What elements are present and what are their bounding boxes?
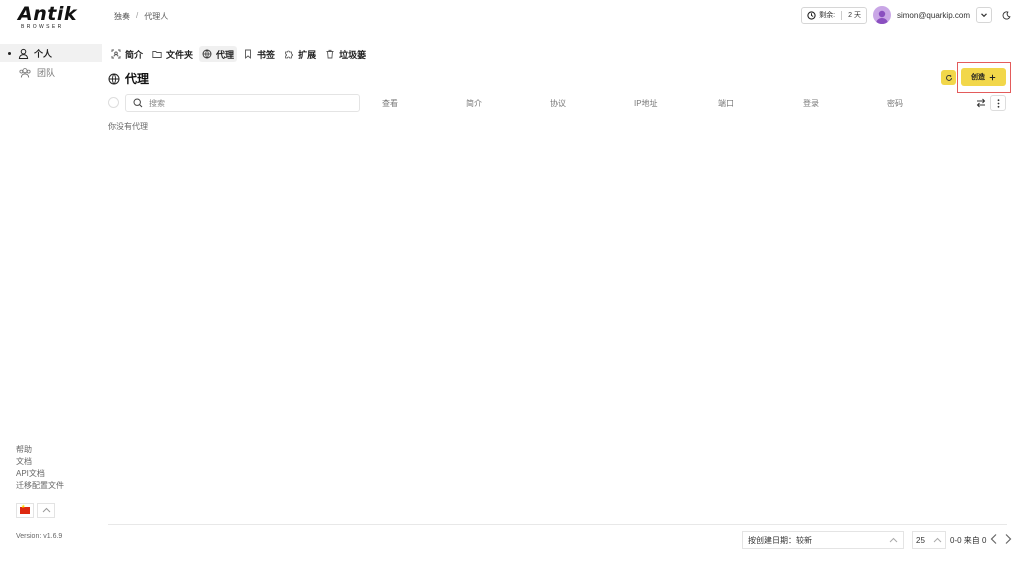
chevron-up-icon bbox=[889, 537, 898, 542]
trash-icon bbox=[326, 49, 334, 59]
migrate-profiles-link[interactable]: 迁移配置文件 bbox=[16, 480, 64, 492]
remaining-value: 2 天 bbox=[848, 12, 861, 19]
tab-label: 文件夹 bbox=[166, 49, 194, 60]
docs-link[interactable]: 文档 bbox=[16, 456, 64, 468]
tab-folders[interactable]: 文件夹 bbox=[149, 46, 196, 62]
puzzle-icon bbox=[285, 50, 293, 59]
create-button-label: 创造 bbox=[971, 74, 985, 81]
moon-icon bbox=[1002, 10, 1011, 19]
sidebar: 个人 团队 bbox=[0, 44, 102, 82]
team-icon bbox=[19, 67, 31, 78]
active-indicator-dot bbox=[8, 52, 11, 55]
section-tabs: 简介 文件夹 代理 书签 扩展 垃圾篓 bbox=[108, 46, 369, 62]
sidebar-item-team[interactable]: 团队 bbox=[0, 63, 102, 81]
swap-arrows-icon[interactable] bbox=[975, 97, 987, 109]
search-box[interactable] bbox=[125, 94, 360, 112]
language-toggle[interactable] bbox=[37, 503, 55, 518]
column-header-view[interactable]: 查看 bbox=[382, 98, 398, 109]
breadcrumb: 独奏 / 代理人 bbox=[114, 11, 168, 22]
tab-profiles[interactable]: 简介 bbox=[108, 46, 146, 62]
select-all-checkbox[interactable] bbox=[108, 97, 119, 108]
chevron-right-icon[interactable] bbox=[1003, 533, 1013, 545]
refresh-icon bbox=[945, 74, 952, 81]
tab-proxies[interactable]: 代理 bbox=[199, 46, 238, 62]
more-vertical-icon bbox=[997, 98, 999, 108]
remaining-label: 剩余: bbox=[819, 12, 836, 19]
user-email[interactable]: simon@quarkip.com bbox=[897, 11, 970, 20]
column-header-protocol[interactable]: 协议 bbox=[550, 98, 566, 109]
globe-icon bbox=[108, 73, 120, 84]
tab-label: 书签 bbox=[257, 49, 276, 60]
page-title-text: 代理 bbox=[125, 72, 150, 86]
more-options-button[interactable] bbox=[990, 95, 1006, 111]
clock-icon bbox=[807, 10, 816, 20]
page-title: 代理 bbox=[108, 70, 149, 87]
tab-label: 扩展 bbox=[298, 49, 317, 60]
chevron-down-icon bbox=[981, 13, 987, 18]
chevron-left-icon[interactable] bbox=[989, 533, 999, 545]
account-dropdown-button[interactable] bbox=[976, 7, 992, 23]
sidebar-bottom-links: 帮助 文档 API文档 迁移配置文件 bbox=[16, 444, 64, 492]
column-header-password[interactable]: 密码 bbox=[887, 98, 903, 109]
breadcrumb-home[interactable]: 独奏 bbox=[114, 11, 130, 22]
app-logo: Antik BROWSER bbox=[18, 4, 84, 32]
chevron-up-icon bbox=[42, 507, 50, 513]
tab-label: 垃圾篓 bbox=[339, 49, 367, 60]
footer-divider bbox=[108, 524, 1007, 525]
tab-trash[interactable]: 垃圾篓 bbox=[322, 46, 369, 62]
column-header-login[interactable]: 登录 bbox=[803, 98, 819, 109]
version-text: Version: v1.6.9 bbox=[16, 533, 63, 540]
tab-label: 简介 bbox=[125, 49, 144, 60]
sidebar-item-personal[interactable]: 个人 bbox=[0, 44, 102, 62]
search-input[interactable] bbox=[149, 98, 349, 108]
bookmark-icon bbox=[245, 49, 251, 59]
sort-select-value: 按创建日期：较新 bbox=[748, 535, 812, 545]
avatar-person-icon bbox=[875, 10, 888, 24]
sort-select[interactable]: 按创建日期：较新 bbox=[742, 531, 904, 549]
language-selector[interactable] bbox=[16, 503, 55, 518]
table-header: 查看 简介 协议 IP地址 端口 登录 密码 bbox=[108, 93, 1007, 113]
china-flag-icon bbox=[20, 504, 30, 514]
per-page-select[interactable]: 25 bbox=[912, 531, 946, 549]
empty-state-text: 你没有代理 bbox=[108, 122, 148, 131]
avatar[interactable] bbox=[872, 6, 891, 24]
tab-extensions[interactable]: 扩展 bbox=[281, 46, 319, 62]
logo-text: Antik bbox=[18, 3, 77, 25]
create-proxy-button[interactable]: 创造 bbox=[961, 68, 1006, 86]
tab-bookmarks[interactable]: 书签 bbox=[240, 46, 278, 62]
profile-scan-icon bbox=[111, 49, 121, 59]
api-docs-link[interactable]: API文档 bbox=[16, 468, 64, 480]
search-icon bbox=[133, 98, 143, 108]
remaining-divider bbox=[841, 10, 843, 20]
column-header-ip-address[interactable]: IP地址 bbox=[634, 98, 658, 109]
globe-icon bbox=[202, 49, 212, 59]
column-header-profile[interactable]: 简介 bbox=[466, 98, 482, 109]
per-page-value: 25 bbox=[916, 535, 925, 545]
plus-icon bbox=[989, 74, 996, 80]
header-right: 剩余: 2 天 simon@quarkip.com bbox=[801, 6, 1014, 24]
breadcrumb-current: 代理人 bbox=[144, 12, 169, 21]
folder-icon bbox=[152, 51, 162, 58]
language-flag[interactable] bbox=[16, 503, 34, 518]
remaining-days-badge[interactable]: 剩余: 2 天 bbox=[801, 6, 867, 24]
refresh-button[interactable] bbox=[941, 70, 956, 85]
breadcrumb-separator: / bbox=[136, 11, 139, 20]
column-header-port[interactable]: 端口 bbox=[718, 98, 734, 109]
theme-toggle-button[interactable] bbox=[998, 7, 1014, 23]
sidebar-item-label: 个人 bbox=[34, 48, 53, 59]
tab-label: 代理 bbox=[216, 49, 235, 60]
pagination-info: 0-0 来自 0 bbox=[950, 536, 987, 545]
user-icon bbox=[18, 48, 29, 59]
chevron-up-icon bbox=[933, 537, 942, 542]
help-link[interactable]: 帮助 bbox=[16, 444, 64, 456]
sidebar-item-label: 团队 bbox=[37, 67, 56, 78]
